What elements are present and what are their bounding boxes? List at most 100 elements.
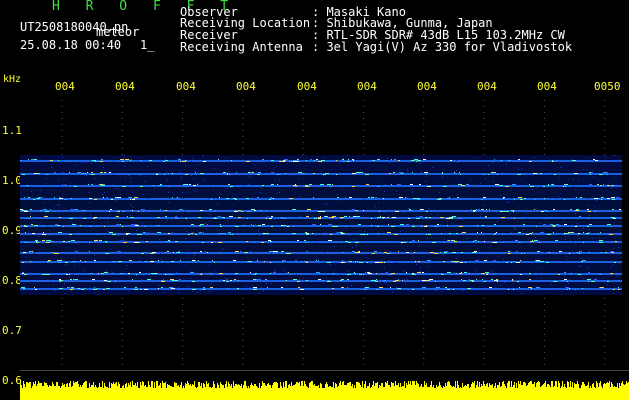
- signal-speck: [112, 261, 116, 262]
- noise-speck: [247, 257, 248, 258]
- amplitude-bar: [151, 381, 152, 400]
- noise-speck: [136, 275, 137, 276]
- signal-speck: [42, 234, 46, 235]
- amplitude-bar: [527, 385, 528, 400]
- signal-speck: [336, 226, 338, 227]
- signal-speck: [398, 251, 399, 252]
- signal-speck: [484, 281, 486, 282]
- signal-speck: [447, 198, 449, 199]
- noise-speck: [253, 233, 254, 234]
- signal-speck: [565, 233, 569, 234]
- signal-speck: [501, 218, 505, 219]
- amplitude-bar: [564, 384, 565, 400]
- amplitude-bar: [538, 381, 539, 400]
- signal-speck: [68, 241, 70, 242]
- signal-speck: [153, 185, 154, 186]
- noise-speck: [611, 216, 612, 217]
- noise-speck: [139, 175, 140, 176]
- signal-speck: [282, 218, 286, 219]
- signal-speck: [122, 161, 124, 162]
- noise-speck: [425, 181, 426, 182]
- signal-speck: [452, 252, 456, 253]
- signal-speck: [295, 186, 298, 187]
- noise-speck: [415, 250, 416, 251]
- signal-speck: [580, 197, 582, 198]
- amplitude-bar: [606, 383, 607, 400]
- noise-speck: [534, 210, 535, 211]
- signal-speck: [178, 159, 181, 160]
- noise-speck: [112, 160, 113, 161]
- signal-speck: [565, 199, 568, 200]
- noise-speck: [260, 277, 261, 278]
- amplitude-bar: [245, 381, 246, 400]
- signal-speck: [293, 234, 296, 235]
- amplitude-bar: [103, 388, 104, 400]
- noise-speck: [298, 178, 299, 179]
- noise-speck: [281, 261, 282, 262]
- noise-speck: [360, 169, 361, 170]
- noise-speck: [214, 270, 215, 271]
- noise-speck: [144, 181, 145, 182]
- amplitude-bar: [206, 381, 207, 400]
- signal-speck: [154, 253, 156, 254]
- signal-speck: [149, 160, 152, 161]
- noise-speck: [184, 218, 185, 219]
- signal-speck: [281, 251, 284, 252]
- amplitude-bar: [177, 386, 178, 400]
- noise-speck: [177, 278, 178, 279]
- noise-speck: [190, 271, 191, 272]
- signal-speck: [35, 225, 37, 226]
- amplitude-bar: [164, 383, 165, 400]
- noise-speck: [228, 174, 229, 175]
- signal-speck: [261, 242, 264, 243]
- signal-speck: [193, 232, 194, 233]
- amplitude-bar: [130, 382, 131, 400]
- amplitude-bar: [468, 384, 469, 400]
- signal-speck: [501, 242, 505, 243]
- amplitude-bar: [355, 388, 356, 400]
- noise-speck: [106, 234, 107, 235]
- signal-speck: [251, 209, 255, 210]
- noise-speck: [493, 181, 494, 182]
- signal-speck: [293, 226, 294, 227]
- noise-speck: [597, 179, 598, 180]
- amplitude-bar: [145, 385, 146, 400]
- noise-speck: [125, 177, 126, 178]
- amplitude-bar: [506, 388, 507, 400]
- noise-speck: [35, 252, 36, 253]
- signal-speck: [269, 251, 273, 252]
- signal-speck: [489, 287, 492, 288]
- amplitude-bar: [236, 384, 237, 400]
- signal-speck: [371, 160, 373, 161]
- amplitude-bar: [335, 383, 336, 400]
- signal-speck: [368, 273, 372, 274]
- noise-speck: [161, 259, 162, 260]
- amplitude-bar: [291, 382, 292, 400]
- amplitude-bar: [221, 384, 222, 400]
- signal-speck: [134, 242, 138, 243]
- signal-speck: [459, 172, 460, 173]
- noise-speck: [147, 198, 148, 199]
- noise-speck: [344, 241, 345, 242]
- signal-speck: [427, 186, 431, 187]
- noise-speck: [450, 240, 451, 241]
- amplitude-bar: [166, 388, 167, 400]
- signal-speck: [351, 217, 353, 218]
- noise-speck: [201, 211, 202, 212]
- signal-speck: [599, 240, 603, 241]
- amplitude-bar: [526, 386, 527, 400]
- noise-speck: [227, 220, 228, 221]
- signal-speck: [140, 160, 142, 161]
- noise-speck: [535, 208, 536, 209]
- amplitude-bar: [163, 383, 164, 400]
- signal-speck: [205, 198, 206, 199]
- signal-speck: [610, 273, 613, 274]
- noise-speck: [559, 179, 560, 180]
- amplitude-bar: [307, 387, 308, 400]
- signal-speck: [341, 262, 345, 263]
- signal-speck: [520, 199, 523, 200]
- amplitude-bar: [332, 387, 333, 400]
- signal-speck: [553, 209, 555, 210]
- signal-speck: [412, 273, 414, 274]
- signal-speck: [271, 226, 273, 227]
